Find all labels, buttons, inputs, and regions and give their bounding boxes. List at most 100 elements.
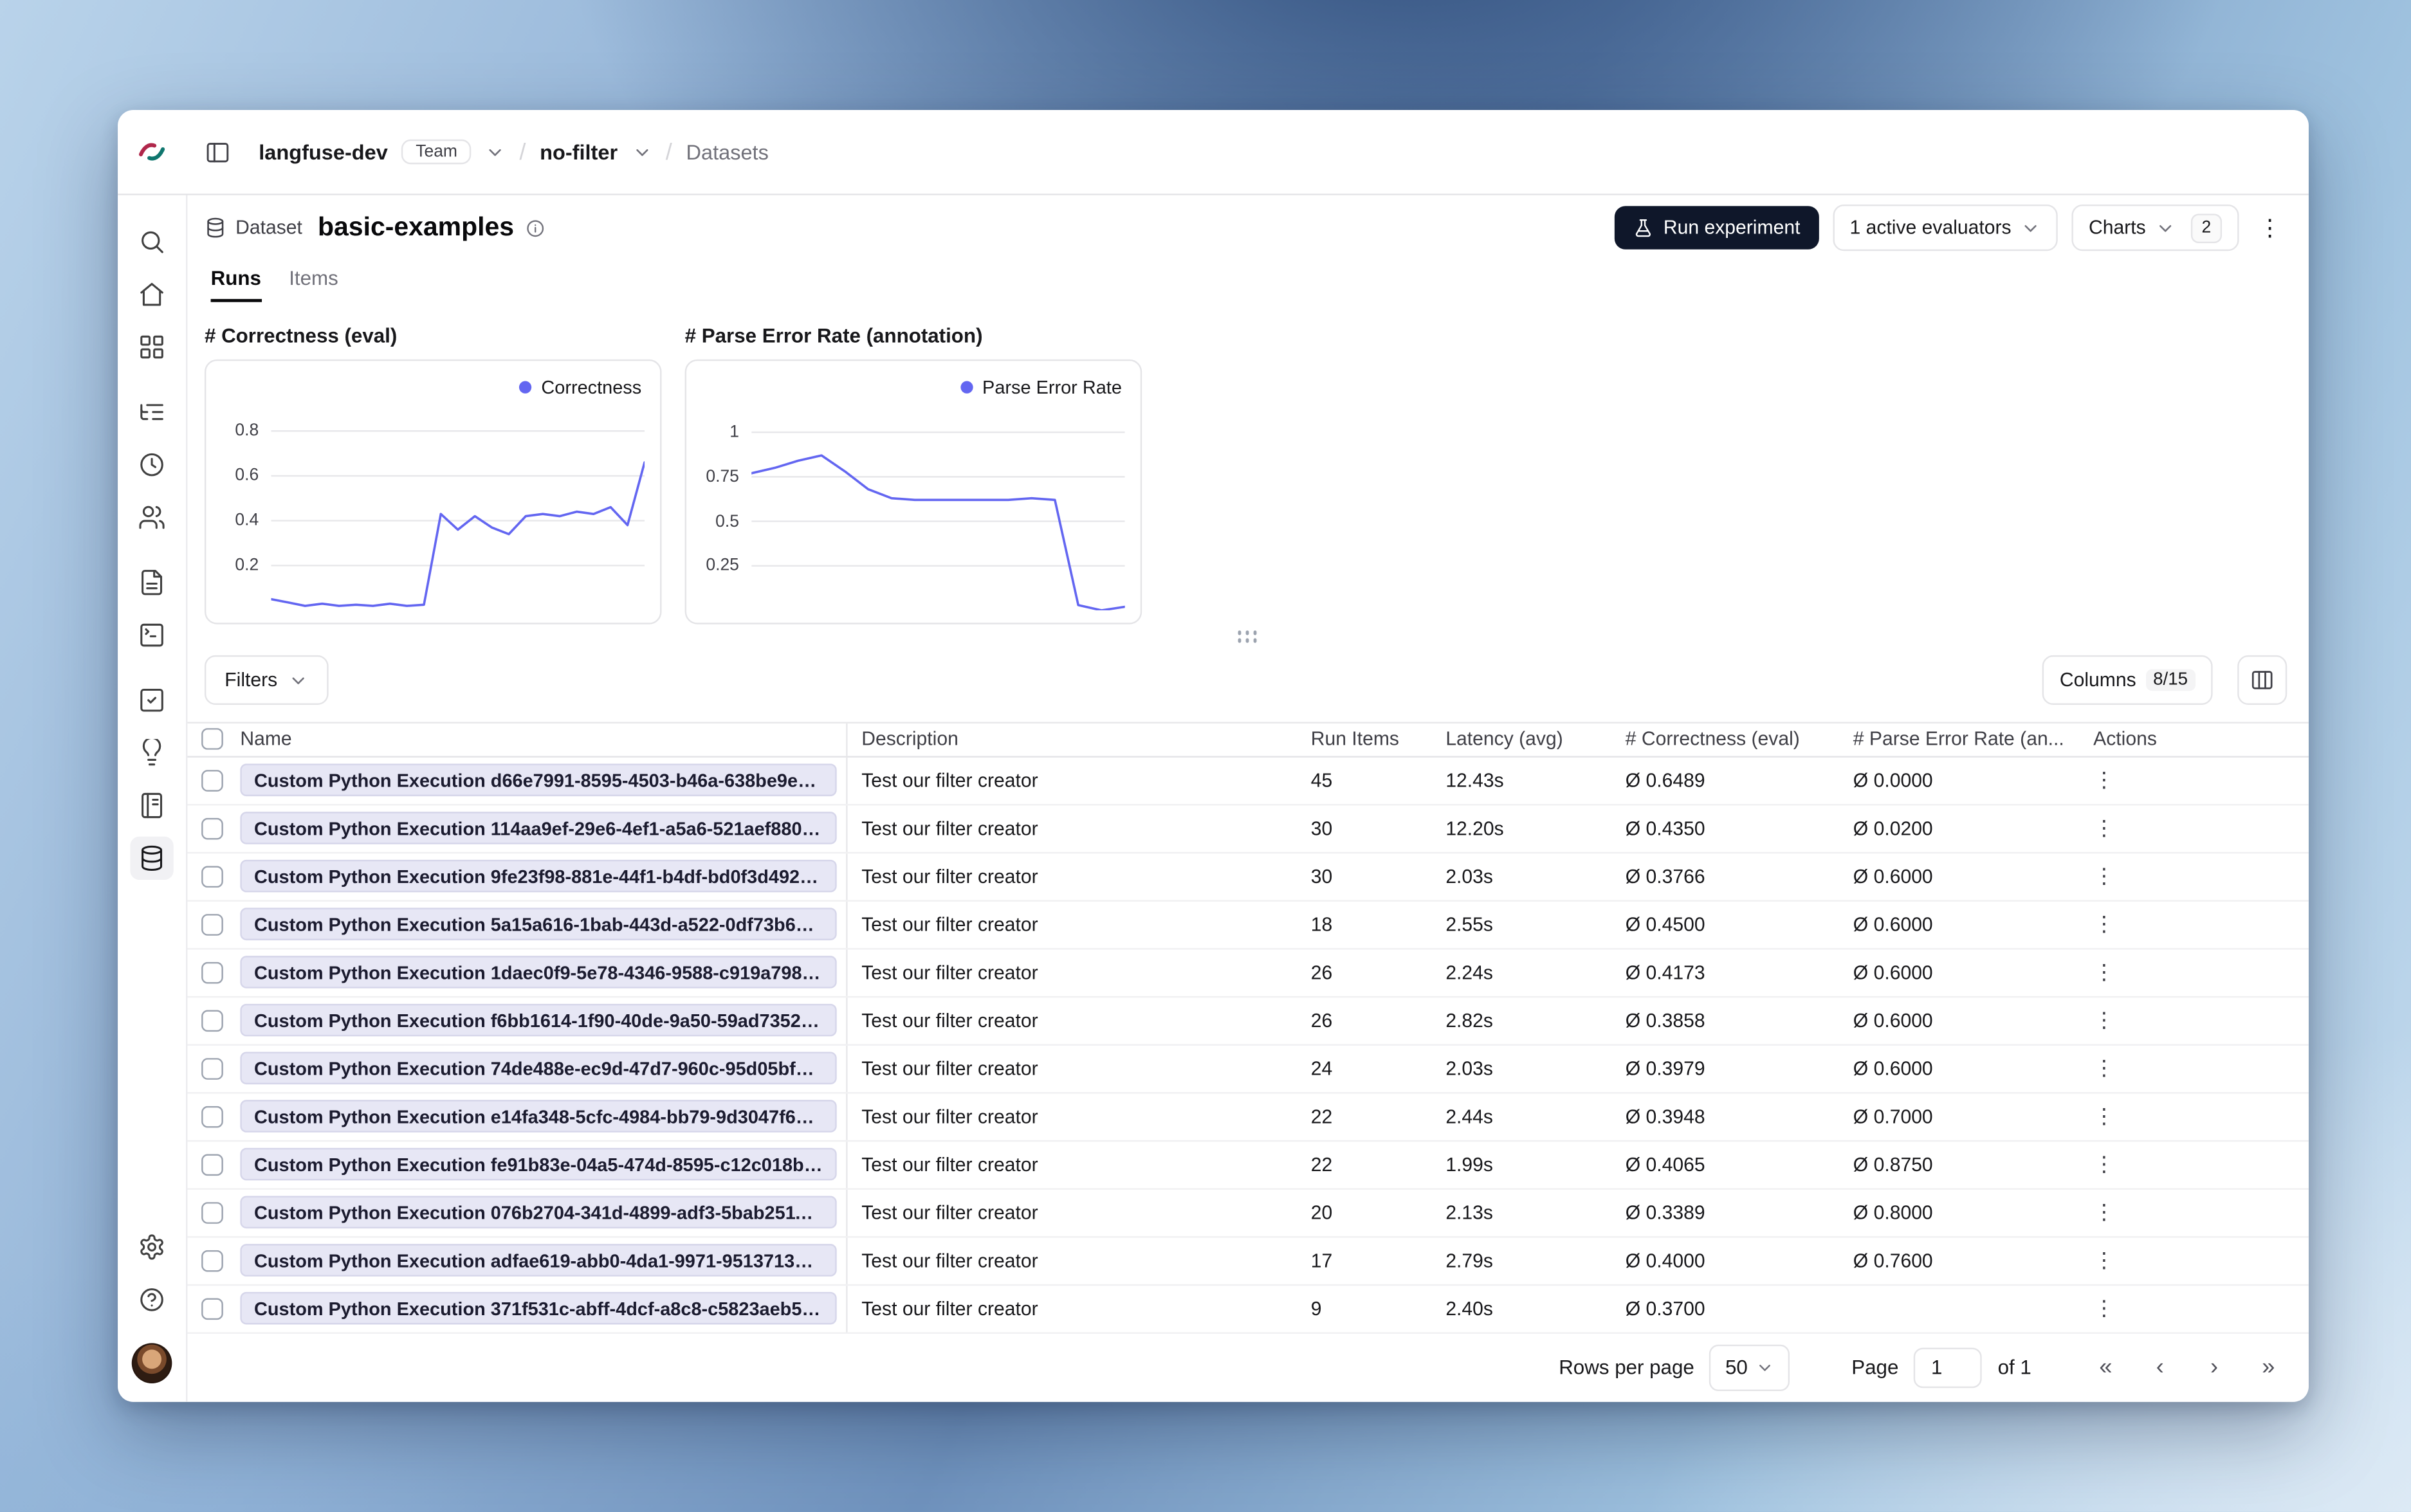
run-items-value: 22 [1310,1154,1333,1176]
last-page-icon[interactable]: » [2250,1349,2287,1387]
parse-error-rate-value: Ø 0.6000 [1853,961,1933,984]
chevron-down-icon [2024,224,2037,232]
run-name-link[interactable]: Custom Python Execution 9fe23f98-881e-44… [240,860,837,893]
active-evaluators-dropdown[interactable]: 1 active evaluators [1833,204,2058,251]
row-checkbox[interactable] [201,1057,223,1080]
row-actions-menu[interactable]: ⋮ [2093,913,2115,936]
table-row[interactable]: Custom Python Execution 076b2704-341d-48… [187,1189,2309,1238]
tracing-icon[interactable] [130,390,173,433]
filters-button[interactable]: Filters [204,655,329,705]
row-checkbox[interactable] [201,1250,223,1272]
search-icon[interactable] [130,220,173,263]
user-avatar[interactable] [131,1343,172,1383]
table-row[interactable]: Custom Python Execution 371f531c-abff-4d… [187,1285,2309,1334]
row-actions-menu[interactable]: ⋮ [2093,1153,2115,1176]
table-row[interactable]: Custom Python Execution 9fe23f98-881e-44… [187,853,2309,902]
table-row[interactable]: Custom Python Execution 74de488e-ec9d-47… [187,1045,2309,1094]
playground-icon[interactable] [130,614,173,657]
users-icon[interactable] [130,496,173,539]
prompts-icon[interactable] [130,561,173,604]
run-name-link[interactable]: Custom Python Execution 1daec0f9-5e78-43… [240,956,837,989]
row-checkbox[interactable] [201,1106,223,1128]
breadcrumb-org[interactable]: langfuse-dev [259,140,388,163]
run-description: Test our filter creator [861,1201,1038,1224]
row-checkbox[interactable] [201,961,223,984]
table-row[interactable]: Custom Python Execution adfae619-abb0-4d… [187,1237,2309,1286]
settings-gear-icon[interactable] [130,1225,173,1268]
table-row[interactable]: Custom Python Execution fe91b83e-04a5-47… [187,1141,2309,1190]
run-name-link[interactable]: Custom Python Execution fe91b83e-04a5-47… [240,1148,837,1181]
run-name-link[interactable]: Custom Python Execution d66e7991-8595-45… [240,764,837,797]
run-name-link[interactable]: Custom Python Execution 5a15a616-1bab-44… [240,908,837,941]
table-row[interactable]: Custom Python Execution 5a15a616-1bab-44… [187,901,2309,950]
top-bar: langfuse-dev Team / no-filter / Datasets [118,110,2309,196]
run-name-link[interactable]: Custom Python Execution 74de488e-ec9d-47… [240,1052,837,1085]
charts-dropdown[interactable]: Charts 2 [2071,204,2239,251]
row-actions-menu[interactable]: ⋮ [2093,1105,2115,1128]
row-actions-menu[interactable]: ⋮ [2093,1201,2115,1224]
chevron-down-icon[interactable] [632,141,652,161]
page-title: basic-examples [318,212,515,242]
run-name-link[interactable]: Custom Python Execution adfae619-abb0-4d… [240,1244,837,1277]
breadcrumb-section[interactable]: Datasets [686,140,769,163]
y-axis: 0.8 0.6 0.4 0.2 [235,421,259,575]
row-actions-menu[interactable]: ⋮ [2093,1297,2115,1320]
run-name-link[interactable]: Custom Python Execution f6bb1614-1f90-40… [240,1004,837,1037]
datasets-icon[interactable] [130,836,174,880]
table-row[interactable]: Custom Python Execution 114aa9ef-29e6-4e… [187,805,2309,853]
breadcrumb-project[interactable]: no-filter [540,140,618,163]
run-description: Test our filter creator [861,1298,1038,1320]
sessions-icon[interactable] [130,443,173,486]
columns-button[interactable]: Columns 8/15 [2042,655,2213,705]
row-checkbox[interactable] [201,1298,223,1320]
rows-per-page-select[interactable]: 50 [1709,1344,1790,1391]
chevron-down-icon[interactable] [485,141,505,161]
row-checkbox[interactable] [201,817,223,840]
row-actions-menu[interactable]: ⋮ [2093,817,2115,840]
table-row[interactable]: Custom Python Execution d66e7991-8595-45… [187,757,2309,806]
resize-handle[interactable] [1237,630,1259,644]
row-checkbox[interactable] [201,866,223,888]
dashboards-icon[interactable] [130,325,173,369]
annotation-icon[interactable] [130,731,173,774]
line-plot [751,420,1125,611]
page-input[interactable] [1914,1347,1983,1388]
row-actions-menu[interactable]: ⋮ [2093,1057,2115,1080]
run-name-link[interactable]: Custom Python Execution 371f531c-abff-4d… [240,1292,837,1325]
tab-runs[interactable]: Runs [210,266,261,302]
home-icon[interactable] [130,273,173,316]
first-page-icon[interactable]: « [2087,1349,2125,1387]
table-row[interactable]: Custom Python Execution 1daec0f9-5e78-43… [187,949,2309,997]
langfuse-logo-icon[interactable] [118,136,186,167]
correctness-value: Ø 0.3389 [1625,1201,1705,1224]
table-view-icon[interactable] [2237,655,2287,705]
row-checkbox[interactable] [201,1201,223,1224]
header-actions-menu[interactable]: ⋮ [2253,216,2287,239]
table-row[interactable]: Custom Python Execution f6bb1614-1f90-40… [187,997,2309,1046]
sidebar-toggle-icon[interactable] [205,139,231,165]
row-checkbox[interactable] [201,1154,223,1176]
info-icon[interactable] [525,217,545,237]
evaluators-icon[interactable] [130,784,173,827]
run-name-link[interactable]: Custom Python Execution 076b2704-341d-48… [240,1196,837,1229]
scores-icon[interactable] [130,679,173,722]
correctness-value: Ø 0.4500 [1625,913,1705,936]
row-actions-menu[interactable]: ⋮ [2093,865,2115,888]
run-name-link[interactable]: Custom Python Execution 114aa9ef-29e6-4e… [240,812,837,845]
row-checkbox[interactable] [201,1010,223,1032]
table-row[interactable]: Custom Python Execution e14fa348-5cfc-49… [187,1093,2309,1142]
row-actions-menu[interactable]: ⋮ [2093,1009,2115,1032]
row-actions-menu[interactable]: ⋮ [2093,1249,2115,1272]
row-actions-menu[interactable]: ⋮ [2093,961,2115,984]
help-icon[interactable] [130,1278,173,1321]
next-page-icon[interactable]: › [2196,1349,2233,1387]
prev-page-icon[interactable]: ‹ [2141,1349,2179,1387]
select-all-checkbox[interactable] [201,729,223,751]
tab-items[interactable]: Items [289,266,338,302]
row-checkbox[interactable] [201,769,223,792]
run-name-link[interactable]: Custom Python Execution e14fa348-5cfc-49… [240,1100,837,1133]
col-header-parse-error-rate: # Parse Error Rate (an... [1853,729,2064,751]
row-actions-menu[interactable]: ⋮ [2093,769,2115,792]
row-checkbox[interactable] [201,913,223,936]
run-experiment-button[interactable]: Run experiment [1613,206,1819,250]
